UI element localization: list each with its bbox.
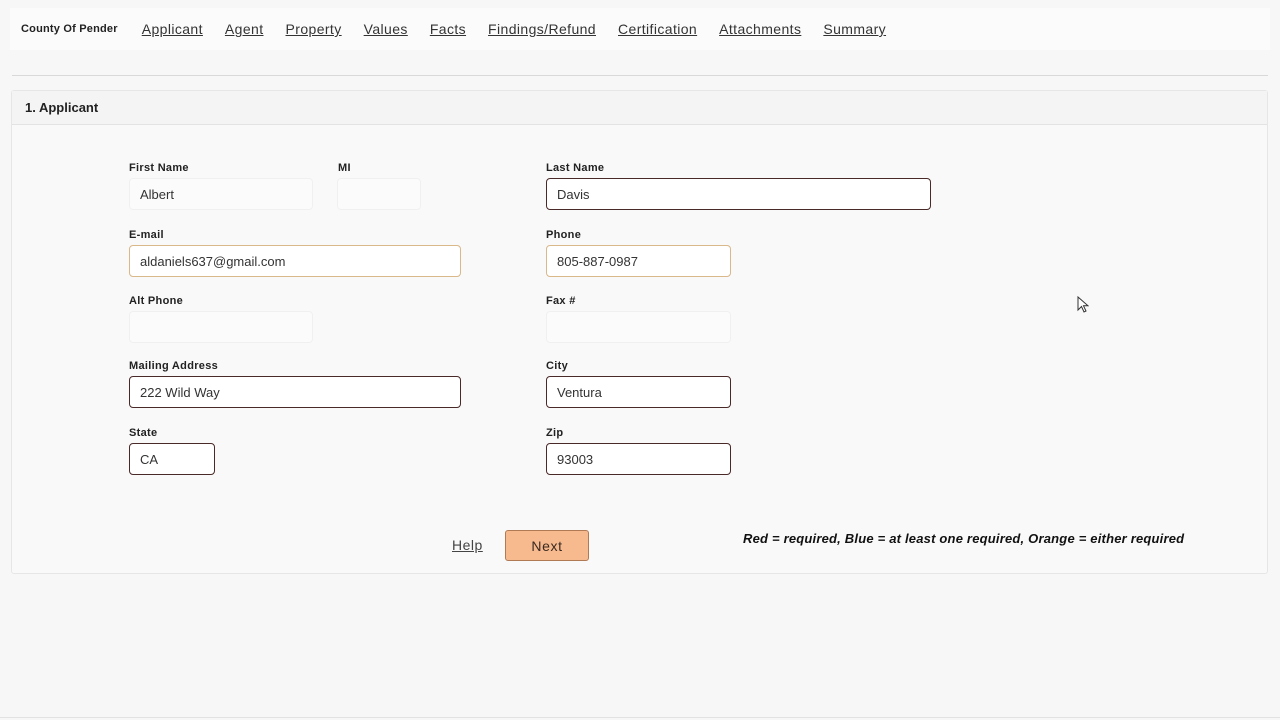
nav-link-values[interactable]: Values	[364, 21, 408, 37]
nav-link-facts[interactable]: Facts	[430, 21, 466, 37]
last-name-label: Last Name	[546, 162, 605, 174]
city-label: City	[546, 360, 568, 372]
mi-input[interactable]	[337, 178, 421, 210]
fax-label: Fax #	[546, 295, 576, 307]
alt-phone-label: Alt Phone	[129, 295, 184, 307]
nav-link-certification[interactable]: Certification	[618, 21, 697, 37]
email-label: E-mail	[129, 229, 164, 241]
bottom-divider	[0, 717, 1280, 718]
first-name-input[interactable]	[129, 178, 313, 210]
alt-phone-input[interactable]	[129, 311, 313, 343]
county-name: County Of Pender	[21, 23, 118, 35]
mailing-address-input[interactable]	[129, 376, 461, 408]
mailing-address-label: Mailing Address	[129, 360, 219, 372]
nav-link-agent[interactable]: Agent	[225, 21, 264, 37]
nav-link-applicant[interactable]: Applicant	[142, 21, 203, 37]
mouse-cursor-icon	[1077, 295, 1090, 319]
state-input[interactable]	[129, 443, 215, 475]
next-button[interactable]: Next	[505, 530, 589, 561]
nav-link-attachments[interactable]: Attachments	[719, 21, 801, 37]
first-name-label: First Name	[129, 162, 189, 174]
state-label: State	[129, 427, 158, 439]
zip-input[interactable]	[546, 443, 731, 475]
email-input[interactable]	[129, 245, 461, 277]
divider	[12, 75, 1268, 76]
phone-input[interactable]	[546, 245, 731, 277]
section-title: 1. Applicant	[12, 91, 1267, 125]
last-name-input[interactable]	[546, 178, 931, 210]
nav-link-summary[interactable]: Summary	[823, 21, 886, 37]
fax-input[interactable]	[546, 311, 731, 343]
required-legend: Red = required, Blue = at least one requ…	[743, 531, 1185, 546]
nav-link-findings-refund[interactable]: Findings/Refund	[488, 21, 596, 37]
help-link[interactable]: Help	[452, 537, 483, 553]
phone-label: Phone	[546, 229, 582, 241]
nav-link-property[interactable]: Property	[286, 21, 342, 37]
top-navigation: County Of Pender Applicant Agent Propert…	[10, 8, 1270, 50]
city-input[interactable]	[546, 376, 731, 408]
zip-label: Zip	[546, 427, 564, 439]
mi-label: MI	[338, 162, 351, 174]
